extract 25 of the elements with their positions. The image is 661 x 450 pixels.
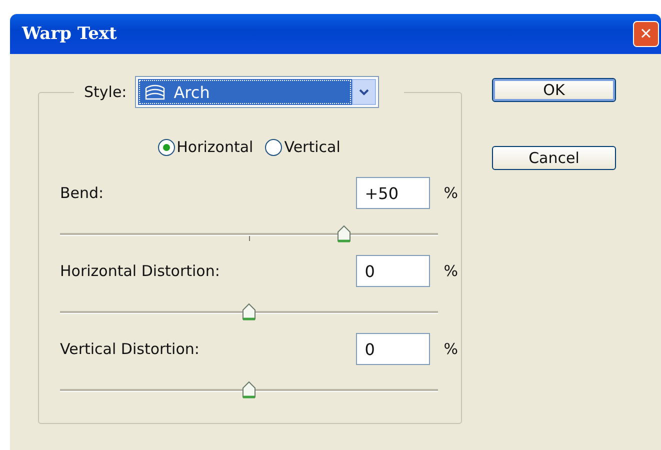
value-field[interactable]: +50 bbox=[356, 177, 430, 209]
slider-thumb[interactable] bbox=[241, 303, 257, 321]
arch-icon bbox=[144, 83, 166, 101]
unit-label: % bbox=[444, 340, 458, 358]
dialog-button[interactable]: OK bbox=[492, 78, 616, 102]
dialog-button[interactable]: Cancel bbox=[492, 146, 616, 170]
slider-track[interactable] bbox=[60, 302, 438, 322]
close-button[interactable]: × bbox=[633, 21, 659, 47]
slider-label: Vertical Distortion: bbox=[60, 340, 200, 358]
slider-thumb[interactable] bbox=[241, 381, 257, 399]
unit-label: % bbox=[444, 262, 458, 280]
value-field[interactable]: 0 bbox=[356, 333, 430, 365]
orientation-radio[interactable]: Horizontal bbox=[158, 138, 254, 156]
orientation-radio[interactable]: Vertical bbox=[265, 138, 340, 156]
value-field[interactable]: 0 bbox=[356, 255, 430, 287]
slider-track[interactable] bbox=[60, 380, 438, 400]
slider-label: Horizontal Distortion: bbox=[60, 262, 220, 280]
chevron-down-icon bbox=[358, 88, 370, 96]
slider-label: Bend: bbox=[60, 184, 104, 202]
unit-label: % bbox=[444, 184, 458, 202]
style-dropdown[interactable]: Arch bbox=[134, 76, 379, 108]
window-title: Warp Text bbox=[22, 24, 117, 44]
slider-track[interactable] bbox=[60, 224, 438, 244]
slider-thumb[interactable] bbox=[336, 225, 352, 243]
style-label: Style: bbox=[84, 83, 127, 101]
